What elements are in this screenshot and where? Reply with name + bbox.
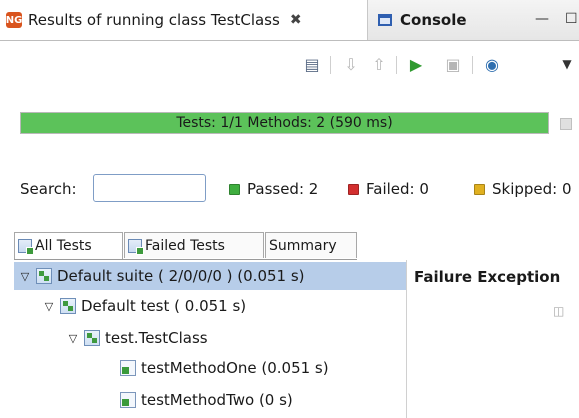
- passed-count: Passed: 2: [229, 180, 318, 198]
- expand-icon[interactable]: ▽: [42, 300, 56, 313]
- toolbar-separator: [396, 56, 397, 74]
- skipped-icon: [474, 183, 485, 195]
- class-icon: [84, 330, 100, 346]
- copy-trace-icon[interactable]: ◫: [553, 304, 567, 318]
- passed-label: Passed: 2: [247, 180, 319, 198]
- tab-label: Console: [400, 11, 467, 29]
- tab-summary-label: Summary: [269, 237, 337, 254]
- results-subtabs: All Tests Failed Tests Summary: [14, 232, 357, 260]
- test-icon: [60, 298, 76, 314]
- tree-icon: [128, 238, 144, 255]
- tree-row-method[interactable]: testMethodTwo (0 s): [14, 386, 406, 414]
- next-failure-icon[interactable]: ⇩: [341, 54, 361, 74]
- tree-row-class[interactable]: ▽ test.TestClass: [14, 324, 406, 352]
- failure-exception-title: Failure Exception: [414, 268, 561, 286]
- toolbar-separator: [330, 56, 331, 74]
- test-label: Default test ( 0.051 s): [81, 297, 247, 315]
- tab-all-tests[interactable]: All Tests: [14, 232, 123, 259]
- method-label: testMethodOne (0.051 s): [141, 359, 329, 377]
- results-toolbar: ▤ ⇩ ⇧ ▶ ▣ ◉ ▼: [0, 50, 579, 80]
- tab-failed-tests[interactable]: Failed Tests: [124, 232, 264, 258]
- filter-row: Search: Passed: 2 Failed: 0 Skipped: 0: [0, 170, 579, 206]
- class-label: test.TestClass: [105, 329, 208, 347]
- tree-row-test[interactable]: ▽ Default test ( 0.051 s): [14, 292, 406, 320]
- tree-row-method[interactable]: testMethodOne (0.051 s): [14, 354, 406, 382]
- skipped-count: Skipped: 0: [474, 180, 572, 198]
- tab-all-tests-label: All Tests: [35, 238, 92, 254]
- method-label: testMethodTwo (0 s): [141, 391, 293, 409]
- search-input[interactable]: [93, 174, 206, 202]
- tree-row-suite[interactable]: ▽ Default suite ( 2/0/0/0 ) (0.051 s): [14, 262, 406, 290]
- failed-count: Failed: 0: [348, 180, 429, 198]
- pane-divider[interactable]: [406, 260, 407, 418]
- rerun-failed-icon[interactable]: ▣: [443, 54, 463, 74]
- clear-results-icon[interactable]: ▤: [302, 54, 322, 74]
- tab-summary[interactable]: Summary: [265, 232, 357, 258]
- search-label: Search:: [20, 180, 77, 198]
- testng-icon: NG: [6, 12, 22, 28]
- console-icon: [378, 14, 392, 26]
- progress-side-icon: [560, 118, 572, 130]
- suite-icon: [36, 268, 52, 284]
- view-tab-bar: NG Results of running class TestClass ✖ …: [0, 0, 579, 41]
- minimize-icon[interactable]: —: [535, 11, 549, 27]
- close-tab-icon[interactable]: ✖: [290, 12, 302, 28]
- method-passed-icon: [120, 392, 136, 408]
- tab-testng-results[interactable]: NG Results of running class TestClass ✖: [0, 0, 368, 40]
- tab-failed-tests-label: Failed Tests: [145, 237, 225, 254]
- globe-icon[interactable]: ◉: [482, 54, 502, 74]
- previous-failure-icon[interactable]: ⇧: [369, 54, 389, 74]
- tab-label: Results of running class TestClass: [28, 11, 280, 29]
- view-menu-icon[interactable]: ▼: [557, 54, 577, 74]
- failed-icon: [348, 183, 359, 195]
- results-tree: ▽ Default suite ( 2/0/0/0 ) (0.051 s) ▽ …: [14, 262, 406, 418]
- skipped-label: Skipped: 0: [492, 180, 572, 198]
- suite-label: Default suite ( 2/0/0/0 ) (0.051 s): [57, 267, 305, 285]
- tree-icon: [18, 239, 34, 255]
- method-passed-icon: [120, 360, 136, 376]
- progress-text: Tests: 1/1 Methods: 2 (590 ms): [176, 115, 393, 131]
- expand-icon[interactable]: ▽: [66, 332, 80, 345]
- failed-label: Failed: 0: [366, 180, 429, 198]
- toolbar-separator: [472, 56, 473, 74]
- passed-icon: [229, 183, 240, 195]
- rerun-icon[interactable]: ▶: [406, 54, 426, 74]
- expand-icon[interactable]: ▽: [18, 270, 32, 283]
- test-progress-bar: Tests: 1/1 Methods: 2 (590 ms): [20, 112, 549, 134]
- maximize-icon[interactable]: ☐: [565, 11, 578, 27]
- tab-console[interactable]: Console: [372, 0, 510, 40]
